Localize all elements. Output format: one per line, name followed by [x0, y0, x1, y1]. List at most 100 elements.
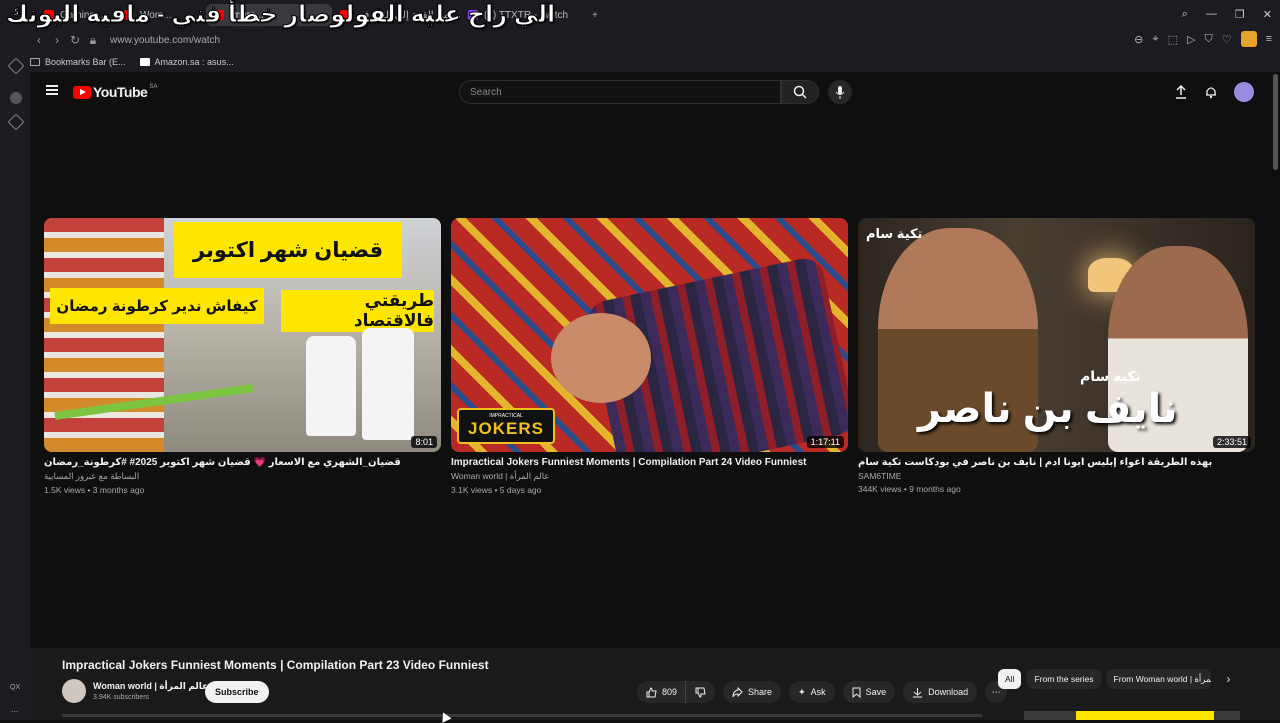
sidebar-diamond-icon[interactable] — [7, 57, 25, 75]
hamburger-menu-icon[interactable] — [46, 85, 58, 95]
extension-icon[interactable] — [1240, 31, 1257, 47]
subscribe-button[interactable]: Subscribe — [205, 681, 269, 703]
tab-label: Wom... — [140, 9, 172, 21]
restore-icon[interactable]: ❐ — [1235, 8, 1245, 21]
bookmark-folder[interactable]: Bookmarks Bar (E... — [30, 57, 126, 67]
window-controls: ⌕ — ❐ ✕ — [1182, 8, 1272, 21]
tab-1[interactable]: Gaming... — [36, 4, 116, 26]
region-code: SA — [149, 84, 158, 90]
share-button[interactable]: Share — [723, 681, 782, 703]
sidebar-more-icon[interactable]: ... — [11, 704, 19, 714]
microphone-icon — [835, 85, 845, 99]
youtube-wordmark: YouTube — [93, 84, 148, 100]
chip-all[interactable]: All — [998, 669, 1022, 689]
video-title[interactable]: Impractical Jokers Funniest Moments | Co… — [451, 457, 848, 468]
bookmark-icon — [852, 687, 861, 698]
screenshot-icon[interactable]: ⬚ — [1168, 33, 1178, 46]
account-avatar[interactable] — [1234, 82, 1254, 102]
menu-icon[interactable]: ≡ — [1266, 33, 1272, 45]
share-icon — [732, 686, 743, 697]
page-scrollbar[interactable] — [1273, 74, 1278, 170]
address-bar: ‹ › ↻ 🔒︎ www.youtube.com/watch — [0, 30, 1280, 50]
thumbnail-text: تكية سام — [866, 226, 923, 241]
video-channel[interactable]: البساطة مع عبرور المسابية — [44, 471, 441, 482]
video-thumbnail[interactable]: قضيان شهر اكتوبر كيفاش ندير كرطونة رمضان… — [44, 218, 441, 452]
url-field[interactable]: www.youtube.com/watch — [110, 35, 220, 46]
logo-big-text: JOKERS — [468, 419, 544, 438]
search-button[interactable] — [781, 80, 819, 104]
download-label: Download — [928, 687, 969, 697]
video-channel[interactable]: SAM6TIME — [858, 471, 1255, 481]
new-tab-button[interactable]: + — [584, 4, 608, 26]
play-icon[interactable]: ▷ — [1187, 33, 1195, 46]
youtube-favicon-icon — [124, 10, 134, 20]
tab-label: Gaming... — [60, 9, 104, 21]
folder-icon — [30, 58, 40, 66]
save-label: Save — [865, 687, 887, 697]
chip-from-channel[interactable]: From Woman world | عالم المرأة — [1106, 669, 1211, 689]
tab-label: Impra... — [230, 9, 264, 21]
watch-info-bar: Impractical Jokers Funniest Moments | Co… — [30, 648, 1280, 720]
youtube-favicon-icon — [340, 10, 350, 20]
minimize-icon[interactable]: — — [1206, 8, 1217, 21]
video-thumbnail[interactable]: تكية سام تكية سام نايف بن ناصر 2:33:51 — [858, 218, 1255, 452]
search-tabs-icon[interactable]: ⌕ — [1182, 8, 1188, 21]
sparkle-icon: ✦ — [798, 686, 806, 697]
related-filter-chips: All From the series From Woman world | ع… — [998, 669, 1231, 689]
video-card[interactable]: تكية سام تكية سام نايف بن ناصر 2:33:51 ب… — [858, 218, 1255, 494]
pin-icon[interactable]: ⌖ — [1152, 33, 1158, 46]
next-video-thumbnail[interactable] — [1024, 711, 1240, 720]
download-button[interactable]: Download — [903, 681, 978, 703]
close-icon[interactable]: ✕ — [1263, 8, 1272, 21]
youtube-logo[interactable]: YouTube SA — [73, 84, 157, 100]
zoom-icon[interactable]: ⊖ — [1134, 33, 1143, 46]
sidebar-qx-label[interactable]: QX — [10, 684, 20, 691]
sidebar-spotify-icon[interactable] — [10, 92, 22, 104]
video-card[interactable]: IMPRACTICAL JOKERS 1:17:11 Impractical J… — [451, 218, 848, 495]
channel-avatar[interactable] — [62, 679, 86, 703]
video-title[interactable]: قضيان_الشهري مع الاسعار 💗 قضيان شهر اكتو… — [44, 457, 441, 468]
shield-icon[interactable]: ⛉ — [1204, 33, 1212, 46]
save-button[interactable]: Save — [842, 681, 896, 703]
impractical-jokers-logo: IMPRACTICAL JOKERS — [457, 408, 555, 444]
bookmark-label: Amazon.sa : asus... — [154, 57, 234, 67]
video-channel[interactable]: Woman world | عالم المرأة — [451, 471, 848, 482]
current-video-title: Impractical Jokers Funniest Moments | Co… — [62, 658, 489, 672]
video-title[interactable]: بهذه الطريقة اغواء إبليس ايونا ادم | ناي… — [858, 457, 1255, 468]
reload-icon[interactable]: ↻ — [66, 33, 84, 47]
download-icon — [913, 687, 923, 697]
chevron-right-icon[interactable]: › — [1227, 672, 1231, 686]
ask-button[interactable]: ✦ Ask — [789, 681, 835, 703]
sidebar-diamond-icon[interactable] — [7, 113, 25, 131]
search-input[interactable]: Search — [459, 80, 781, 104]
progress-track[interactable] — [62, 714, 982, 717]
browser-chrome: Gaming... Wom... Impra... ديكي من القمة … — [0, 0, 1280, 72]
upload-icon[interactable] — [1174, 85, 1188, 99]
tab-2[interactable]: Wom... — [116, 4, 206, 26]
bottle-art — [306, 336, 356, 436]
like-button[interactable]: 809 — [637, 681, 686, 703]
bookmarks-bar: Bookmarks Bar (E... Amazon.sa : asus... — [30, 54, 234, 70]
back-icon[interactable]: ‹ — [30, 33, 48, 47]
amazon-icon — [139, 58, 150, 66]
dislike-button[interactable] — [685, 681, 716, 703]
youtube-favicon-icon — [44, 10, 54, 20]
tab-label: (1) TTXTR - Twitch — [484, 9, 569, 21]
notifications-bell-icon[interactable] — [1204, 85, 1218, 99]
tab-5[interactable]: (1) TTXTR - Twitch — [460, 4, 584, 26]
thumbnail-text: كيفاش ندير كرطونة رمضان — [50, 288, 264, 324]
video-card[interactable]: قضيان شهر اكتوبر كيفاش ندير كرطونة رمضان… — [44, 218, 441, 495]
forward-icon[interactable]: › — [48, 33, 66, 47]
thumbnail-text: نايف بن ناصر — [918, 387, 1178, 431]
video-thumbnail[interactable]: IMPRACTICAL JOKERS 1:17:11 — [451, 218, 848, 452]
youtube-header: YouTube SA Search — [30, 72, 1270, 112]
thumbnail-text: تكية سام — [1080, 368, 1141, 384]
chip-from-series[interactable]: From the series — [1027, 669, 1101, 689]
tab-3-active[interactable]: Impra... — [206, 4, 332, 26]
tab-4[interactable]: ديكي من القمة إلى القاع في — [332, 4, 460, 26]
like-count: 809 — [662, 687, 678, 697]
channel-name[interactable]: Woman world | عالم المرأة — [93, 681, 208, 692]
bookmark-amazon[interactable]: Amazon.sa : asus... — [139, 57, 234, 67]
heart-icon[interactable]: ♡ — [1222, 33, 1232, 46]
voice-search-button[interactable] — [828, 80, 852, 104]
